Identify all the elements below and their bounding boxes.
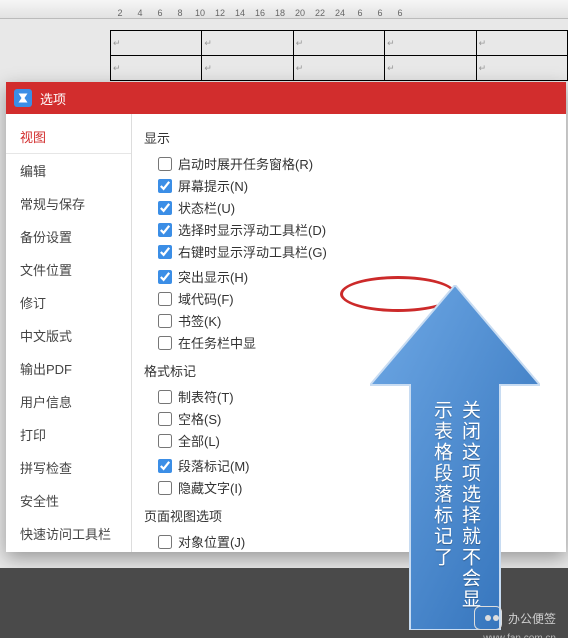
sidebar-item-3[interactable]: 备份设置	[6, 220, 131, 253]
dialog-title: 选项	[40, 89, 66, 108]
checkbox-label: 突出显示(H)	[178, 267, 248, 286]
checkbox[interactable]	[158, 459, 172, 473]
group-title: 格式标记	[144, 361, 556, 380]
option-display-l-4[interactable]: 右键时显示浮动工具栏(G)	[158, 242, 356, 261]
checkbox-label: 域代码(F)	[178, 289, 234, 308]
sidebar-item-0[interactable]: 视图	[6, 120, 131, 154]
checkbox[interactable]	[158, 314, 172, 328]
option-display-l-1[interactable]: 屏幕提示(N)	[158, 176, 356, 195]
option-marks-l-2[interactable]: 全部(L)	[158, 431, 356, 450]
checkbox-label: 在任务栏中显	[178, 333, 256, 352]
checkbox[interactable]	[158, 179, 172, 193]
options-dialog: 选项 视图编辑常规与保存备份设置文件位置修订中文版式输出PDF用户信息打印拼写检…	[6, 82, 566, 552]
sidebar-item-12[interactable]: 快速访问工具栏	[6, 517, 131, 550]
app-icon	[14, 89, 32, 107]
group-title: 页面视图选项	[144, 506, 556, 525]
checkbox-label: 屏幕提示(N)	[178, 176, 248, 195]
option-marks-r-1[interactable]: 隐藏文字(I)	[158, 478, 356, 497]
checkbox[interactable]	[158, 223, 172, 237]
sidebar-item-7[interactable]: 输出PDF	[6, 352, 131, 385]
option-display-r-2[interactable]: 书签(K)	[158, 311, 356, 330]
option-display-r-1[interactable]: 域代码(F)	[158, 289, 356, 308]
checkbox[interactable]	[158, 434, 172, 448]
checkbox[interactable]	[158, 412, 172, 426]
checkbox[interactable]	[158, 270, 172, 284]
option-display-l-3[interactable]: 选择时显示浮动工具栏(D)	[158, 220, 356, 239]
checkbox[interactable]	[158, 157, 172, 171]
checkbox-label: 对象位置(J)	[178, 532, 245, 551]
checkbox-label: 状态栏(U)	[178, 198, 235, 217]
checkbox-label: 段落标记(M)	[178, 456, 250, 475]
option-marks-l-1[interactable]: 空格(S)	[158, 409, 356, 428]
checkbox[interactable]	[158, 336, 172, 350]
option-display-r-0[interactable]: 突出显示(H)	[158, 267, 356, 286]
checkbox-label: 制表符(T)	[178, 387, 234, 406]
sidebar-item-5[interactable]: 修订	[6, 286, 131, 319]
option-display-r-3[interactable]: 在任务栏中显	[158, 333, 356, 352]
footer-domain: www.fan.com.cn	[483, 633, 556, 638]
ruler: 24681012141618202224666	[0, 0, 568, 19]
sidebar-item-8[interactable]: 用户信息	[6, 385, 131, 418]
wechat-badge: 办公便签	[474, 606, 556, 630]
group-title: 显示	[144, 128, 556, 147]
options-content: 显示启动时展开任务窗格(R) 屏幕提示(N) 状态栏(U) 选择时显示浮动工具栏(D)…	[132, 114, 566, 552]
wechat-icon	[474, 606, 502, 630]
group-display: 显示启动时展开任务窗格(R) 屏幕提示(N) 状态栏(U) 选择时显示浮动工具栏(D)…	[146, 128, 556, 355]
sidebar-item-1[interactable]: 编辑	[6, 154, 131, 187]
sidebar-item-4[interactable]: 文件位置	[6, 253, 131, 286]
wechat-brand: 办公便签	[508, 610, 556, 627]
option-pageview-l-0[interactable]: 对象位置(J)	[158, 532, 356, 551]
checkbox[interactable]	[158, 535, 172, 549]
checkbox[interactable]	[158, 201, 172, 215]
sidebar-item-11[interactable]: 安全性	[6, 484, 131, 517]
group-pageview: 页面视图选项对象位置(J)正文边框(X)	[146, 506, 556, 552]
checkbox-label: 选择时显示浮动工具栏(D)	[178, 220, 326, 239]
dialog-titlebar: 选项	[6, 82, 566, 114]
checkbox-label: 右键时显示浮动工具栏(G)	[178, 242, 327, 261]
sidebar-item-9[interactable]: 打印	[6, 418, 131, 451]
options-sidebar: 视图编辑常规与保存备份设置文件位置修订中文版式输出PDF用户信息打印拼写检查安全…	[6, 114, 132, 552]
checkbox[interactable]	[158, 390, 172, 404]
checkbox-label: 隐藏文字(I)	[178, 478, 242, 497]
group-marks: 格式标记制表符(T) 空格(S) 全部(L) 段落标记(M) 隐藏文字(I)	[146, 361, 556, 500]
checkbox-label: 启动时展开任务窗格(R)	[178, 154, 313, 173]
option-display-l-0[interactable]: 启动时展开任务窗格(R)	[158, 154, 356, 173]
checkbox[interactable]	[158, 245, 172, 259]
option-marks-l-0[interactable]: 制表符(T)	[158, 387, 356, 406]
document-table-fragment	[110, 30, 568, 81]
option-marks-r-0[interactable]: 段落标记(M)	[158, 456, 356, 475]
checkbox-label: 空格(S)	[178, 409, 221, 428]
checkbox[interactable]	[158, 292, 172, 306]
option-display-l-2[interactable]: 状态栏(U)	[158, 198, 356, 217]
sidebar-item-6[interactable]: 中文版式	[6, 319, 131, 352]
checkbox-label: 全部(L)	[178, 431, 220, 450]
checkbox-label: 书签(K)	[178, 311, 221, 330]
sidebar-item-10[interactable]: 拼写检查	[6, 451, 131, 484]
sidebar-item-2[interactable]: 常规与保存	[6, 187, 131, 220]
checkbox[interactable]	[158, 481, 172, 495]
